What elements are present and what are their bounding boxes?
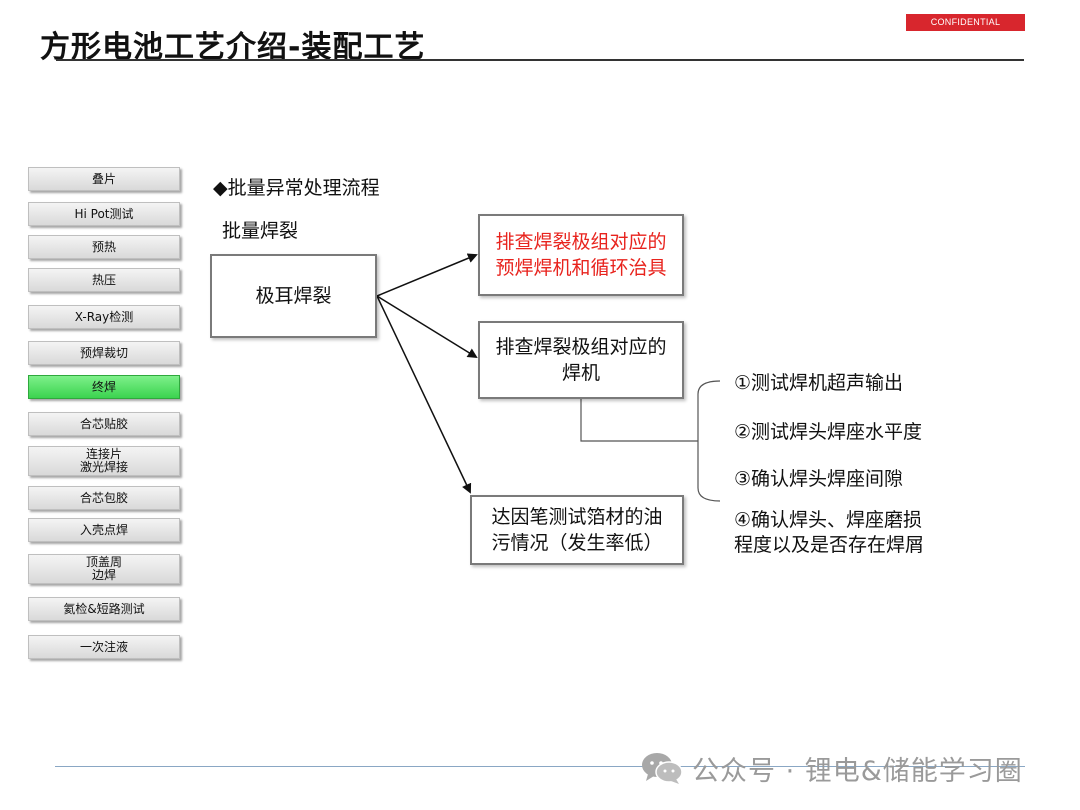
- branch-box-2-line-1: 排查焊裂极组对应的: [495, 336, 667, 358]
- checklist-item-1-text: ①测试焊机超声输出: [734, 372, 904, 394]
- checklist-item-4-line-2: 程度以及是否存在焊屑: [734, 534, 925, 556]
- arrow-to-branch-1: [376, 253, 478, 297]
- branch-box-1-line-2: 预焊焊机和循环治具: [495, 257, 667, 279]
- branch-box-2-line-2: 焊机: [561, 362, 600, 384]
- wechat-icon: [642, 753, 683, 784]
- checklist-item-2-text: ②测试焊头焊座水平度: [734, 421, 923, 443]
- branch-box-1-line-1: 排查焊裂极组对应的: [495, 231, 667, 253]
- branch-box-2: 排查焊裂极组对应的 焊机: [478, 321, 684, 399]
- branch-box-3-line-1: 达因笔测试箔材的油: [491, 506, 663, 528]
- checklist-brace: [697, 380, 721, 502]
- checklist-item-1: ①测试焊机超声输出: [734, 371, 903, 396]
- checklist-item-4: ④确认焊头、焊座磨损 程度以及是否存在焊屑: [734, 508, 924, 558]
- branch-box-3-line-2: 污情况（发生率低）: [491, 532, 663, 554]
- wechat-watermark: 公众号 · 锂电&储能学习圈: [640, 748, 1023, 788]
- checklist-item-3: ③确认焊头焊座间隙: [734, 467, 903, 492]
- root-cause-label: 极耳焊裂: [255, 285, 332, 307]
- branch-2-connector: [580, 399, 698, 442]
- branch-box-3: 达因笔测试箔材的油 污情况（发生率低）: [470, 495, 684, 565]
- watermark-text: 公众号 · 锂电&储能学习圈: [692, 755, 1023, 787]
- root-cause-box: 极耳焊裂: [210, 254, 377, 338]
- checklist-item-2: ②测试焊头焊座水平度: [734, 420, 922, 445]
- branch-box-1: 排查焊裂极组对应的 预焊焊机和循环治具: [478, 214, 684, 296]
- checklist-item-3-text: ③确认焊头焊座间隙: [734, 468, 904, 490]
- checklist-item-4-line-1: ④确认焊头、焊座磨损: [734, 509, 923, 531]
- connector-lines: [376, 253, 721, 502]
